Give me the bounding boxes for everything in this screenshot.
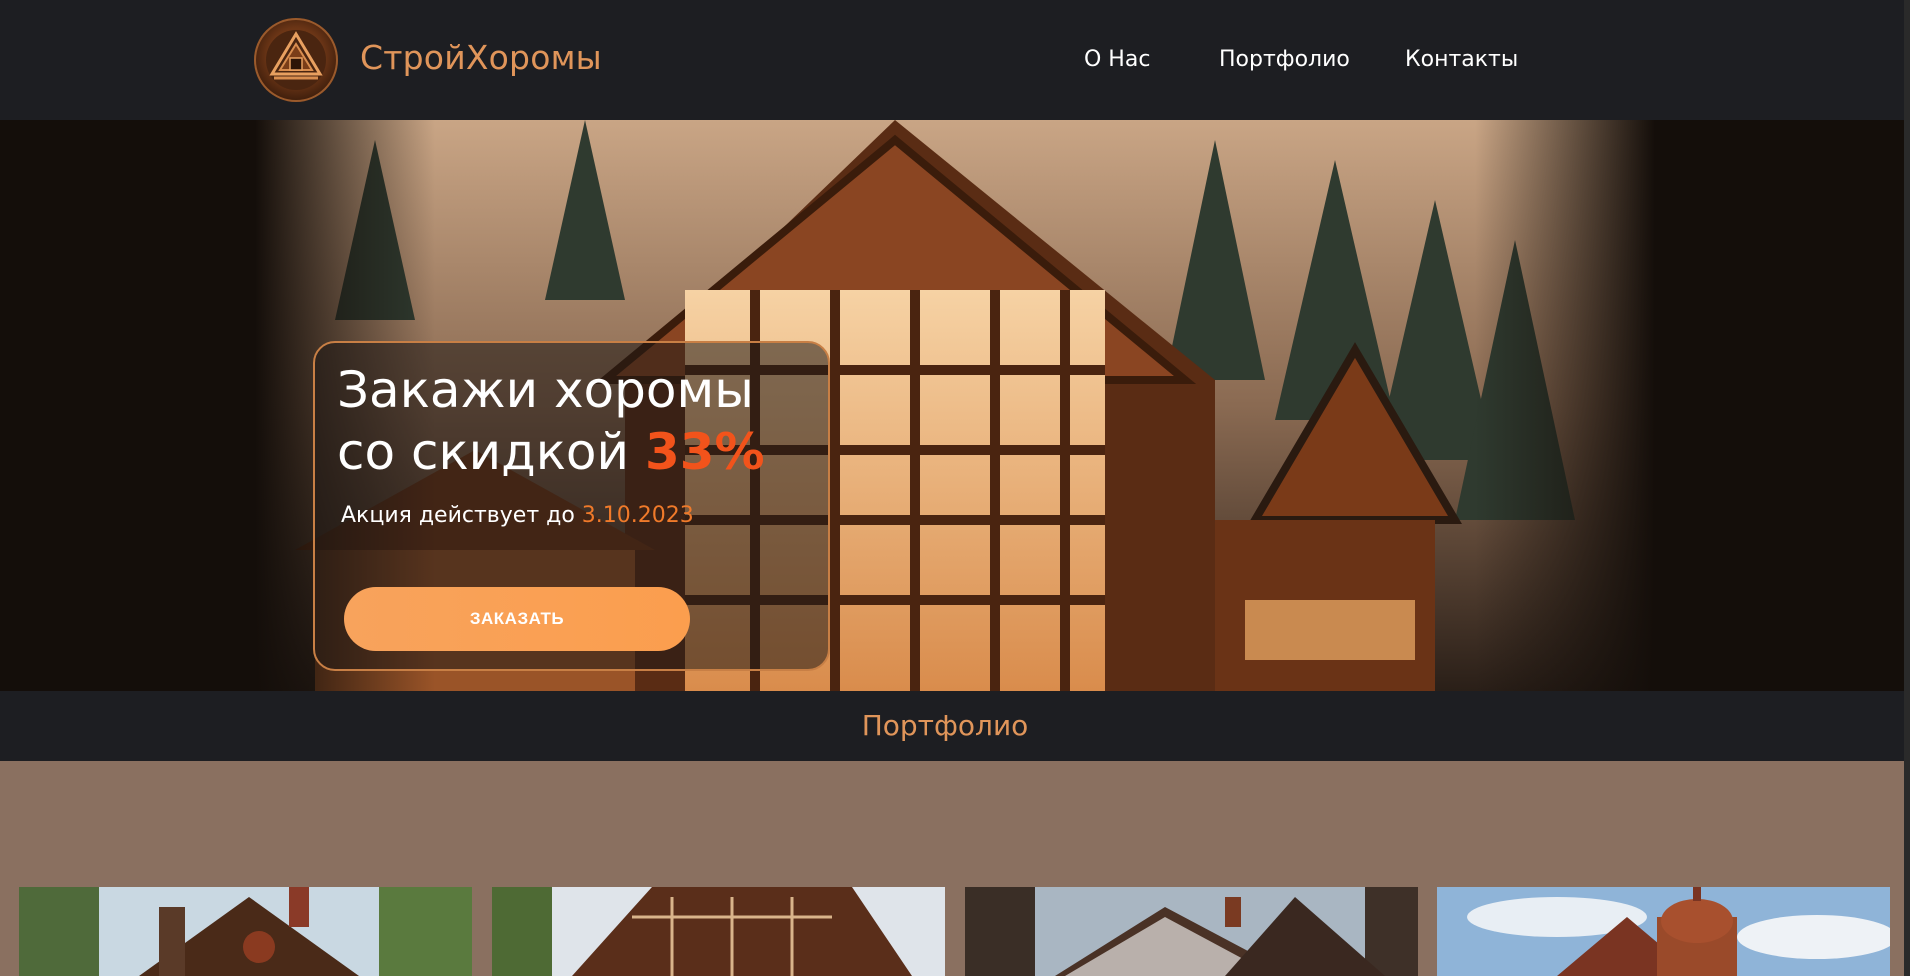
nav-contacts[interactable]: Контакты xyxy=(1405,47,1518,72)
promo-card: Закажи хоромы со скидкой 33% Акция дейст… xyxy=(313,341,830,671)
promo-subtitle-prefix: Акция действует до xyxy=(341,503,575,528)
portfolio-card[interactable] xyxy=(19,887,472,976)
promo-end-date: 3.10.2023 xyxy=(581,503,694,528)
portfolio-card[interactable] xyxy=(965,887,1418,976)
site-header: СтройХоромы О Нас Портфолио Контакты xyxy=(0,0,1910,120)
portfolio-grid xyxy=(0,761,1910,976)
discount-value: 33% xyxy=(644,423,765,481)
promo-title: Закажи хоромы со скидкой 33% xyxy=(337,359,817,483)
promo-subtitle: Акция действует до 3.10.2023 xyxy=(341,503,694,528)
portfolio-header: Портфолио xyxy=(0,691,1910,761)
hero-banner: Закажи хоромы со скидкой 33% Акция дейст… xyxy=(0,120,1910,691)
page-scrollbar[interactable] xyxy=(1904,0,1910,976)
portfolio-title: Портфолио xyxy=(861,709,1029,742)
nav-about[interactable]: О Нас xyxy=(1084,47,1150,72)
brand-name[interactable]: СтройХоромы xyxy=(360,38,602,77)
logo-icon[interactable] xyxy=(254,18,338,102)
portfolio-card[interactable] xyxy=(1437,887,1890,976)
order-button[interactable]: ЗАКАЗАТЬ xyxy=(344,587,690,651)
portfolio-card[interactable] xyxy=(492,887,945,976)
nav-portfolio[interactable]: Портфолио xyxy=(1219,47,1350,72)
